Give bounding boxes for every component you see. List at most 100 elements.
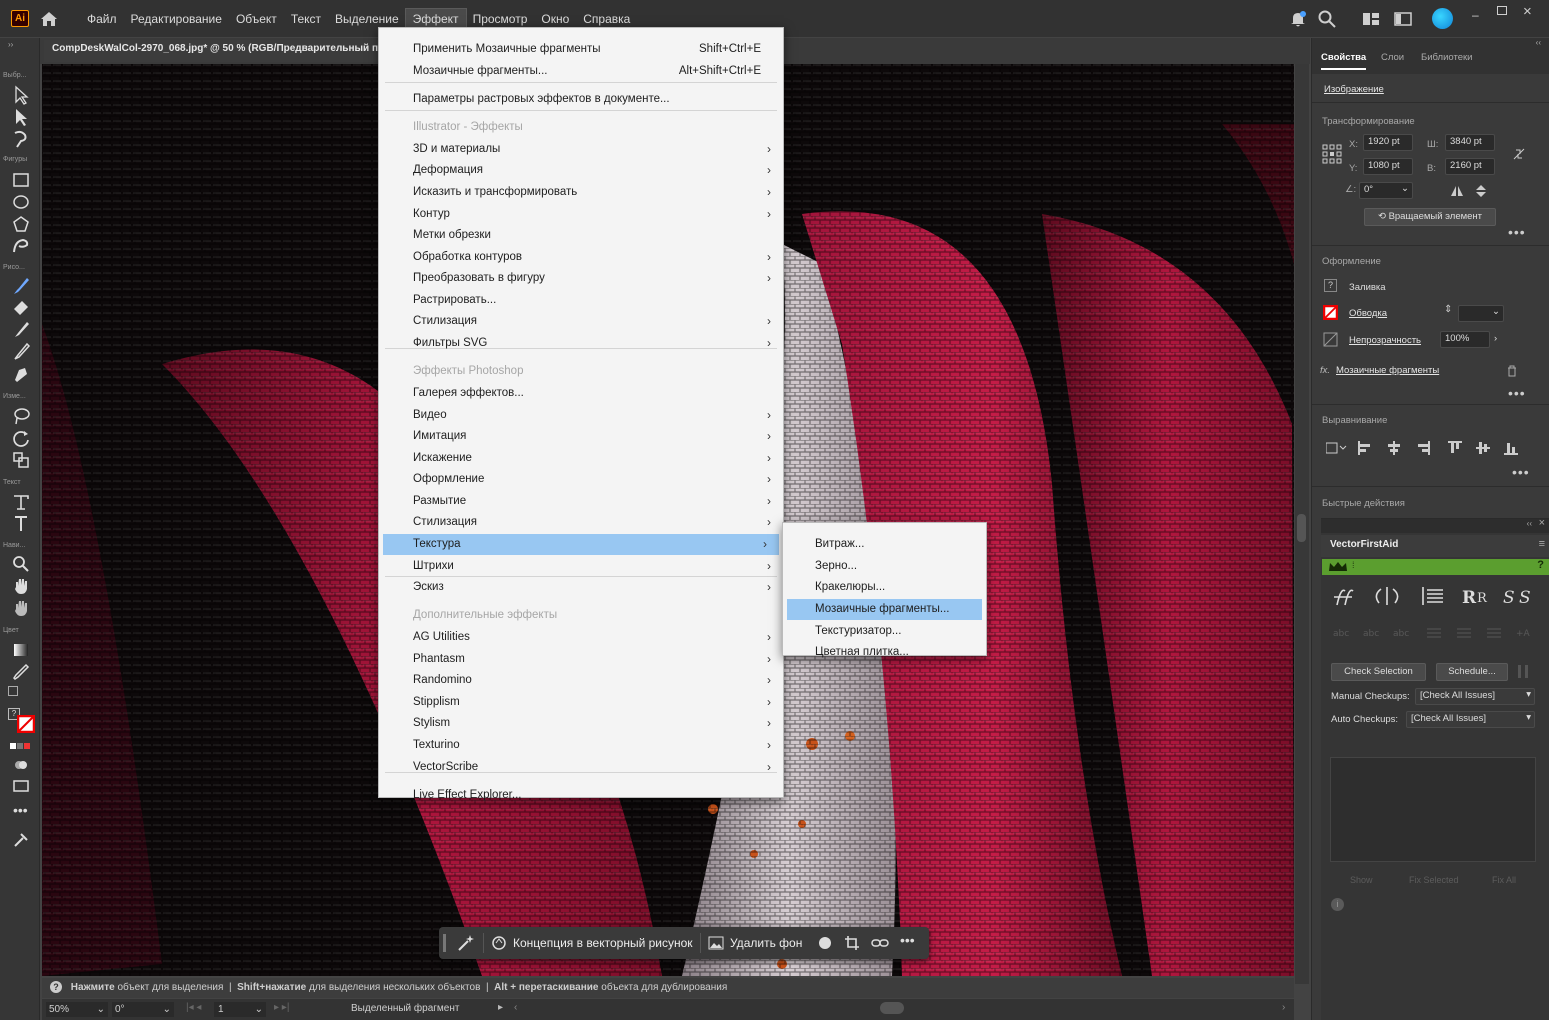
effect-menu-item[interactable]: Деформация › (379, 160, 783, 181)
fx-icon[interactable]: fx. (1320, 365, 1330, 376)
effect-menu-item[interactable]: Texturino › (379, 735, 783, 756)
scale-tool-icon[interactable] (11, 450, 31, 470)
status-menu-icon[interactable]: ▸ (498, 1002, 503, 1013)
stroke-swatch[interactable] (17, 715, 35, 733)
edit-toolbar-icon[interactable] (11, 830, 31, 850)
more-transform-icon[interactable]: ••• (1508, 224, 1526, 240)
effect-menu-item[interactable]: Оформление › (379, 469, 783, 490)
panel-collapse-icon[interactable]: ‹‹ (1536, 38, 1541, 47)
effect-menu-item[interactable]: AG Utilities › (379, 627, 783, 648)
polygon-tool-icon[interactable] (11, 214, 31, 234)
vfa-collapse-icon[interactable]: ‹‹ (1527, 519, 1532, 528)
reference-point-icon[interactable] (1322, 144, 1342, 164)
fill-swatch[interactable]: ? (1324, 279, 1337, 292)
effect-link[interactable]: Мозаичные фрагменты (1336, 365, 1439, 376)
chevron-right-icon[interactable]: › (1494, 333, 1497, 344)
rotate-tool-icon[interactable] (11, 428, 31, 448)
manual-checkups-select[interactable]: [Check All Issues] ▾ (1415, 688, 1535, 705)
effect-menu-item[interactable]: Исказить и трансформировать › (379, 182, 783, 203)
crop-icon[interactable] (844, 935, 860, 951)
generative-icon[interactable] (456, 933, 476, 953)
more-align-icon[interactable]: ••• (1512, 464, 1530, 480)
effect-menu-item[interactable]: Stylism › (379, 713, 783, 734)
effect-menu-item[interactable]: Параметры растровых эффектов в документе… (379, 89, 783, 110)
opacity-link[interactable]: Непрозрачность (1349, 335, 1421, 346)
color-mode-icons[interactable] (10, 738, 32, 749)
eyedropper-icon[interactable] (11, 662, 31, 682)
hand-tool-icon[interactable] (11, 576, 31, 596)
hscroll-thumb[interactable] (880, 1002, 904, 1014)
panel-toggle-icon[interactable] (1393, 9, 1413, 29)
toolbar-collapse-icon[interactable]: ›› (8, 40, 13, 49)
remove-background-button[interactable]: Удалить фон (708, 933, 802, 953)
object-type-link[interactable]: Изображение (1324, 84, 1384, 95)
effect-menu-item[interactable]: Текстура › (383, 534, 779, 555)
pause-icon[interactable] (1518, 665, 1528, 678)
more-appearance-icon[interactable]: ••• (1508, 385, 1526, 401)
vfa-close-icon[interactable]: × (1539, 517, 1545, 529)
rotate-view-icon[interactable] (11, 598, 31, 618)
effect-menu-item[interactable]: Видео › (379, 405, 783, 426)
y-input[interactable]: 1080 pt (1363, 158, 1413, 175)
vfa-menu-icon[interactable]: ≡ (1539, 538, 1545, 550)
artboard-field[interactable]: 1 ⌄ (214, 1002, 266, 1017)
menu-type[interactable]: Текст (284, 9, 328, 29)
texture-menu-item[interactable]: Мозаичные фрагменты... (787, 599, 982, 620)
texture-menu-item[interactable]: Зерно... (783, 556, 986, 577)
eraser-tool-icon[interactable] (11, 298, 31, 318)
workspace-icon[interactable] (1361, 9, 1381, 29)
effect-menu-item[interactable]: Live Effect Explorer... (379, 785, 783, 806)
effect-menu-item[interactable]: Стилизация › (379, 311, 783, 332)
effect-menu-item[interactable]: Имитация › (379, 426, 783, 447)
constrain-proportions-icon[interactable] (1511, 146, 1527, 162)
menu-window[interactable]: Окно (534, 9, 576, 29)
magic-wand-icon[interactable] (11, 129, 31, 149)
link-icon[interactable] (871, 935, 889, 951)
vfa-fix-selected-button[interactable]: Fix Selected (1409, 875, 1459, 885)
rotatable-element-button[interactable]: ⟲ Вращаемый элемент (1364, 208, 1496, 226)
menu-select[interactable]: Выделение (328, 9, 406, 29)
maximize-icon[interactable] (1497, 6, 1507, 15)
tab-properties[interactable]: Свойства (1321, 52, 1367, 70)
align-buttons[interactable] (1326, 440, 1526, 456)
artboard-nav-last-icon[interactable]: ▸ ▸| (274, 1002, 289, 1013)
flip-horizontal-icon[interactable] (1450, 185, 1464, 197)
effect-menu-item[interactable]: Галерея эффектов... (379, 383, 783, 404)
more-options-icon[interactable]: ••• (900, 932, 915, 948)
effect-menu-item[interactable]: Контур › (379, 204, 783, 225)
more-tools-icon[interactable]: ••• (13, 802, 28, 818)
x-input[interactable]: 1920 pt (1363, 134, 1413, 151)
minimize-icon[interactable]: – (1472, 8, 1479, 22)
trash-icon[interactable] (1507, 365, 1517, 377)
texture-menu-item[interactable]: Кракелюры... (783, 577, 986, 598)
width-input[interactable]: 3840 pt (1445, 134, 1495, 151)
screen-mode-icon[interactable] (11, 776, 31, 796)
check-selection-button[interactable]: Check Selection (1331, 663, 1426, 681)
vertical-scrollbar[interactable] (1295, 64, 1309, 984)
effect-menu-item[interactable]: Phantasm › (379, 649, 783, 670)
info-icon[interactable]: i (1331, 898, 1344, 911)
paintbrush-tool-icon[interactable] (11, 276, 31, 296)
shaper-tool-icon[interactable] (11, 236, 31, 256)
effect-menu-item[interactable]: Фильтры SVG › (379, 333, 783, 354)
auto-checkups-select[interactable]: [Check All Issues] ▾ (1406, 711, 1535, 728)
rectangle-tool-icon[interactable] (11, 170, 31, 190)
direct-selection-tool-icon[interactable] (11, 107, 31, 127)
effect-menu-item[interactable]: Метки обрезки (379, 225, 783, 246)
ellipse-tool-icon[interactable] (11, 192, 31, 212)
stroke-swatch[interactable] (1323, 305, 1338, 320)
zoom-tool-icon[interactable] (11, 554, 31, 574)
menu-effect[interactable]: Эффект (404, 7, 467, 30)
opacity-input[interactable]: 100% (1440, 331, 1490, 348)
lasso-tool-icon[interactable] (11, 406, 31, 426)
effect-menu-item[interactable]: Стилизация › (379, 512, 783, 533)
effect-menu-item[interactable]: Stipplism › (379, 692, 783, 713)
opacity-icon[interactable] (1323, 332, 1338, 347)
stroke-weight-input[interactable]: ⌄ (1458, 305, 1504, 322)
pen-tool-icon[interactable] (11, 364, 31, 384)
effect-menu-item[interactable]: VectorScribe › (379, 757, 783, 778)
menu-object[interactable]: Объект (229, 9, 284, 29)
help-icon[interactable]: ? (50, 981, 62, 993)
effect-menu-item[interactable]: Обработка контуров › (379, 247, 783, 268)
effect-menu-item[interactable]: Эскиз › (379, 577, 783, 598)
